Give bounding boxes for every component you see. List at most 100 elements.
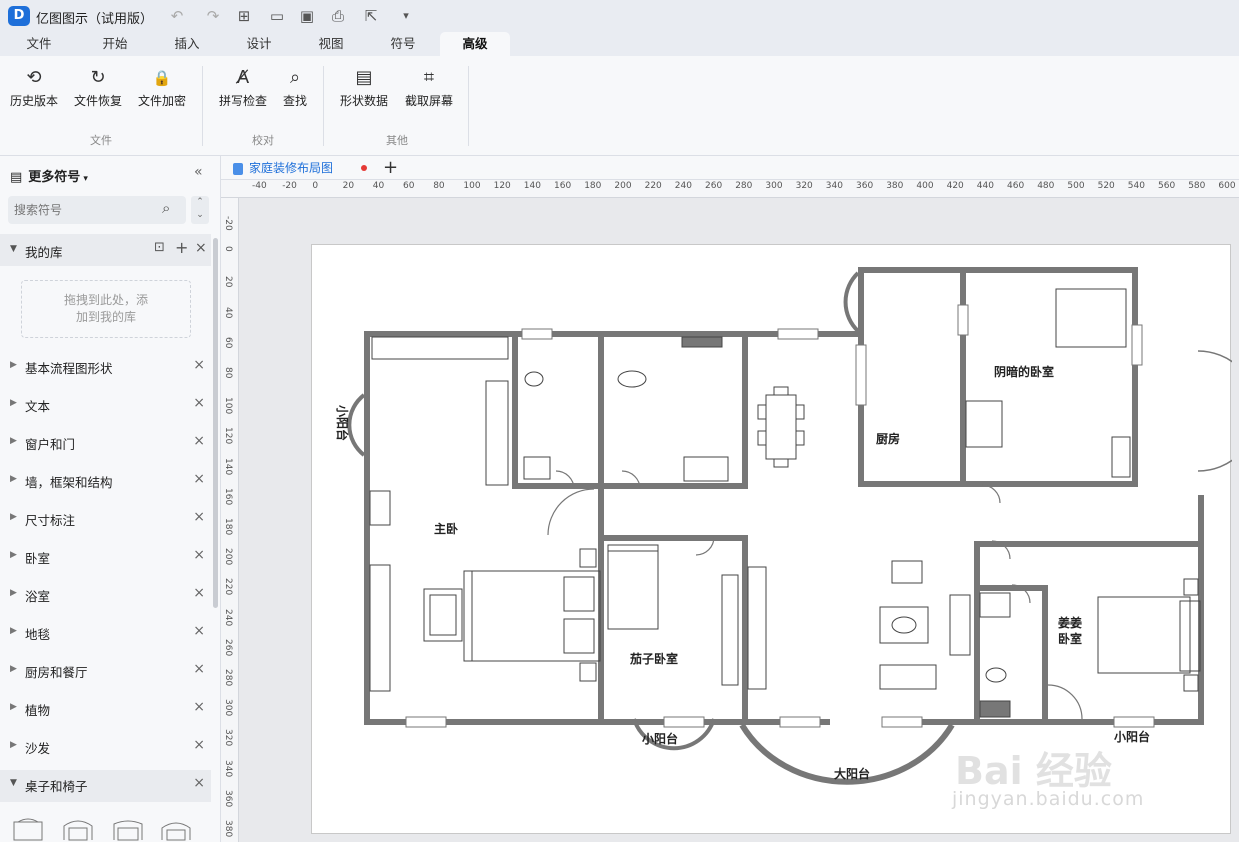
expand-triangle-icon: ▶ — [10, 588, 17, 598]
horizontal-ruler[interactable]: -40 -20 0 20 40 60 80 100 120 140 160 180 200 220 240 2… — [221, 180, 1239, 198]
library-name: 桌子和椅子 — [25, 779, 88, 794]
library-plants[interactable]: ▶ 植物 × — [0, 694, 211, 724]
file-recovery-label: 文件恢复 — [73, 94, 122, 108]
symbol-library-panel: ▤更多符号▾ « ⌕ ⌃⌄ ▼ 我的库 ⊡ + × 拖拽到此处，添 加到我的库 … — [0, 156, 221, 842]
ruler-tick-label: 180 — [584, 181, 602, 191]
ruler-tick-label: 360 — [856, 181, 874, 191]
ruler-tick-label: 80 — [223, 367, 233, 379]
spellcheck-button[interactable]: A̸ 拼写检查 — [214, 64, 272, 116]
ribbon: ⟲ 历史版本 ↻ 文件恢复 🔒 文件加密 文件 A̸ 拼写检查 ⌕ 查找 校对 … — [0, 56, 1239, 156]
ruler-tick-label: 420 — [946, 181, 964, 191]
spellcheck-label: 拼写检查 — [218, 94, 267, 108]
file-encrypt-button[interactable]: 🔒 文件加密 — [134, 64, 190, 116]
file-recovery-button[interactable]: ↻ 文件恢复 — [70, 64, 126, 116]
add-icon[interactable]: + — [175, 238, 188, 257]
panel-scrollbar[interactable] — [213, 238, 218, 608]
tab-advanced[interactable]: 高级 — [440, 32, 510, 56]
ruler-tick-label: 200 — [223, 548, 233, 566]
tab-design[interactable]: 设计 — [230, 32, 288, 56]
more-symbols-button[interactable]: ▤ 更多符号 ▾ — [10, 166, 88, 185]
file-encrypt-label: 文件加密 — [137, 94, 186, 108]
close-icon[interactable]: × — [193, 737, 205, 753]
library-bathroom[interactable]: ▶ 浴室 × — [0, 580, 211, 610]
close-icon[interactable]: × — [193, 357, 205, 373]
tab-symbol[interactable]: 符号 — [374, 32, 432, 56]
print-icon[interactable]: ⎙ — [327, 6, 349, 26]
add-tab-icon[interactable]: + — [383, 157, 398, 178]
ruler-tick-label: 200 — [614, 181, 632, 191]
chevron-down-icon: ▾ — [83, 174, 88, 184]
close-icon[interactable]: × — [193, 699, 205, 715]
close-icon[interactable]: × — [193, 509, 205, 525]
ruler-tick-label: 340 — [825, 181, 843, 191]
library-dimensions[interactable]: ▶ 尺寸标注 × — [0, 504, 211, 534]
ruler-tick-label: 60 — [223, 336, 233, 349]
ruler-tick-label: 60 — [403, 181, 415, 191]
export-icon[interactable]: ⇱ — [360, 6, 382, 26]
ribbon-divider — [323, 66, 324, 146]
new-icon[interactable]: ⊞ — [233, 6, 255, 26]
open-icon[interactable]: ▭ — [266, 6, 288, 26]
library-name: 墙，框架和结构 — [25, 475, 113, 490]
group-file-label: 文件 — [90, 134, 112, 147]
save-icon[interactable]: ▣ — [296, 6, 318, 26]
search-icon[interactable]: ⌕ — [162, 199, 170, 217]
close-icon[interactable]: × — [195, 240, 207, 256]
room-label-couple-line1: 姜姜 — [1058, 615, 1082, 630]
chair-symbol-thumbnail[interactable] — [10, 816, 46, 842]
tab-home[interactable]: 开始 — [86, 32, 144, 56]
document-tab[interactable]: 家庭装修布局图 — [233, 159, 333, 176]
armchair-symbol-thumbnail[interactable] — [110, 816, 146, 842]
close-icon[interactable]: × — [193, 585, 205, 601]
close-icon[interactable]: × — [193, 395, 205, 411]
ruler-tick-label: 260 — [223, 638, 233, 656]
close-icon[interactable]: × — [193, 433, 205, 449]
library-scroll-arrows[interactable]: ⌃ ⌄ — [191, 196, 209, 224]
close-icon[interactable]: × — [193, 471, 205, 487]
close-icon[interactable]: × — [193, 623, 205, 639]
library-carpet[interactable]: ▶ 地毯 × — [0, 618, 211, 648]
room-label-small-balcony-left: 小阳台 — [335, 405, 350, 441]
library-name: 尺寸标注 — [25, 513, 76, 528]
tab-view[interactable]: 视图 — [302, 32, 360, 56]
library-basic-flowchart[interactable]: ▶ 基本流程图形状 × — [0, 352, 211, 382]
library-tables-chairs[interactable]: ▼ 桌子和椅子 × — [0, 770, 211, 802]
library-kitchen-dining[interactable]: ▶ 厨房和餐厅 × — [0, 656, 211, 686]
tab-insert[interactable]: 插入 — [158, 32, 216, 56]
history-version-button[interactable]: ⟲ 历史版本 — [6, 64, 62, 116]
library-sofa[interactable]: ▶ 沙发 × — [0, 732, 211, 762]
search-input[interactable] — [14, 200, 154, 220]
library-windows-doors[interactable]: ▶ 窗户和门 × — [0, 428, 211, 458]
close-icon[interactable]: × — [193, 775, 205, 791]
armchair-symbol-thumbnail[interactable] — [60, 816, 96, 842]
ribbon-divider — [202, 66, 203, 146]
library-bedroom[interactable]: ▶ 卧室 × — [0, 542, 211, 572]
my-library-label: 我的库 — [25, 245, 63, 260]
my-library-drop-zone[interactable]: 拖拽到此处，添 加到我的库 — [21, 280, 191, 338]
doors[interactable] — [347, 271, 1232, 785]
undo-icon[interactable]: ↶ — [166, 6, 188, 26]
more-icon[interactable]: ▾ — [395, 6, 417, 26]
ruler-tick-label: 380 — [886, 181, 904, 191]
my-library-header[interactable]: ▼ 我的库 ⊡ + × — [0, 234, 211, 266]
close-icon[interactable]: × — [193, 547, 205, 563]
tab-file[interactable]: 文件 — [10, 32, 68, 56]
expand-triangle-icon: ▶ — [10, 626, 17, 636]
furniture[interactable] — [369, 288, 1201, 718]
vertical-ruler[interactable]: -20 0 20 40 60 80 100 120 140 160 180 200 220 240 260 2… — [221, 198, 239, 842]
room-label-couple-line2: 卧室 — [1058, 631, 1082, 646]
find-button[interactable]: ⌕ 查找 — [278, 64, 312, 116]
ruler-tick-label: 360 — [223, 789, 233, 807]
collapse-panel-icon[interactable]: « — [194, 164, 203, 180]
ruler-tick-label: 40 — [223, 306, 233, 319]
redo-icon[interactable]: ↷ — [202, 6, 224, 26]
close-icon[interactable]: × — [193, 661, 205, 677]
import-icon[interactable]: ⊡ — [154, 240, 165, 255]
library-walls-structure[interactable]: ▶ 墙，框架和结构 × — [0, 466, 211, 496]
menu-bar: 文件 开始 插入 设计 视图 符号 高级 — [0, 32, 1239, 56]
shape-data-button[interactable]: ▤ 形状数据 — [335, 64, 393, 116]
group-proofing-label: 校对 — [252, 134, 274, 147]
library-text[interactable]: ▶ 文本 × — [0, 390, 211, 420]
armchair-symbol-thumbnail[interactable] — [158, 816, 194, 842]
screenshot-button[interactable]: ⌗ 截取屏幕 — [400, 64, 458, 116]
